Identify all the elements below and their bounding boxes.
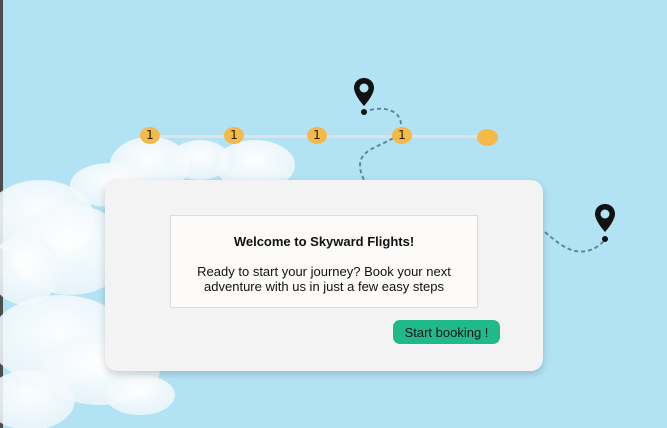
booking-progress-stepper: 1 1 1 1 [140, 125, 500, 149]
progress-step-1[interactable]: 1 [140, 127, 160, 144]
location-pin-icon [354, 78, 374, 115]
welcome-body-text: Ready to start your journey? Book your n… [197, 264, 451, 294]
progress-step-4[interactable]: 1 [392, 127, 412, 144]
start-booking-button[interactable]: Start booking ! [393, 320, 500, 344]
welcome-title: Welcome to Skyward Flights! [233, 234, 415, 249]
welcome-message-box: Welcome to Skyward Flights! Ready to sta… [170, 215, 478, 308]
progress-step-5[interactable] [477, 129, 498, 146]
welcome-dialog: Welcome to Skyward Flights! Ready to sta… [105, 180, 543, 371]
progress-step-2[interactable]: 1 [224, 127, 244, 144]
progress-step-3[interactable]: 1 [307, 127, 327, 144]
location-pin-icon [595, 204, 615, 242]
